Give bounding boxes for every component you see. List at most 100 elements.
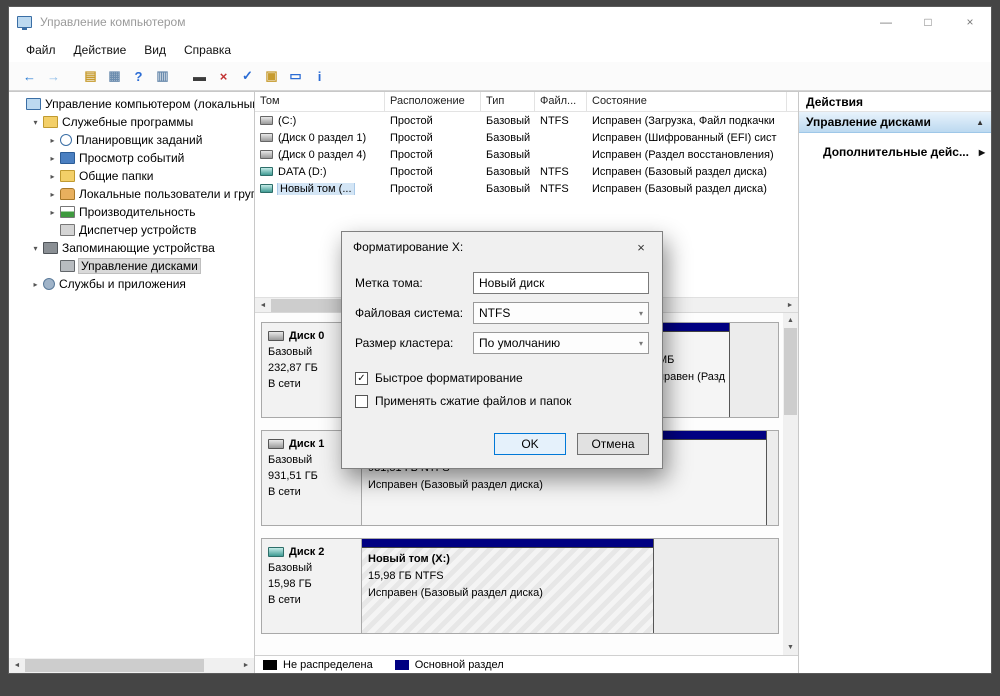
column-header[interactable]: Том bbox=[255, 92, 385, 111]
open-folder-icon[interactable]: ▣ bbox=[261, 66, 282, 87]
cluster-size-value: По умолчанию bbox=[479, 336, 560, 350]
menu-file[interactable]: Файл bbox=[17, 39, 65, 61]
partition[interactable]: Новый том (X:)15,98 ГБ NTFSИсправен (Баз… bbox=[362, 539, 654, 633]
computer-icon bbox=[26, 98, 41, 110]
partition-status: правен (Разд bbox=[658, 369, 723, 386]
devices-icon bbox=[60, 224, 75, 236]
tree-storage[interactable]: ▾Запоминающие устройства bbox=[9, 239, 254, 257]
tree-item-label: Диспетчер устройств bbox=[79, 223, 196, 237]
tree-services-apps[interactable]: ▸ Службы и приложения bbox=[9, 275, 254, 293]
column-header[interactable]: Тип bbox=[481, 92, 535, 111]
dialog-close-button[interactable]: × bbox=[620, 232, 662, 262]
dialog-body: Метка тома: Файловая система: NTFS ▾ Раз… bbox=[342, 262, 662, 408]
tree-system-tools[interactable]: ▾Служебные программы bbox=[9, 113, 254, 131]
scroll-down-icon[interactable]: ▼ bbox=[783, 640, 799, 655]
column-header[interactable]: Файл... bbox=[535, 92, 587, 111]
actions-more[interactable]: Дополнительные дейс... ▶ bbox=[799, 141, 991, 163]
tree-chevron-icon[interactable]: ▸ bbox=[46, 208, 59, 217]
disk-label[interactable]: Диск 2Базовый15,98 ГБВ сети bbox=[261, 538, 362, 634]
volume-name: DATA (D:) bbox=[278, 166, 326, 178]
tree-chevron-icon[interactable]: ▸ bbox=[46, 154, 59, 163]
scroll-left-icon[interactable]: ◄ bbox=[255, 298, 271, 313]
display-icon[interactable]: ▬ bbox=[189, 66, 210, 87]
tree-disk-management[interactable]: Управление дисками bbox=[9, 257, 254, 275]
dialog-buttons: OK Отмена bbox=[494, 433, 649, 455]
checkbox-checked-icon[interactable]: ✓ bbox=[355, 372, 368, 385]
volume-row[interactable]: (Диск 0 раздел 1)ПростойБазовыйИсправен … bbox=[255, 129, 798, 146]
actions-more-label: Дополнительные дейс... bbox=[823, 145, 969, 159]
tree-chevron-icon[interactable]: ▸ bbox=[29, 280, 42, 289]
volume-label-input[interactable] bbox=[473, 272, 649, 294]
back-icon[interactable]: ← bbox=[19, 66, 40, 87]
users-icon bbox=[60, 188, 75, 200]
ok-button[interactable]: OK bbox=[494, 433, 566, 455]
properties-icon[interactable]: ✓ bbox=[237, 66, 258, 87]
tree-device-manager[interactable]: Диспетчер устройств bbox=[9, 221, 254, 239]
volume-fs: NTFS bbox=[535, 115, 587, 127]
volume-row[interactable]: (Диск 0 раздел 4)ПростойБазовыйИсправен … bbox=[255, 146, 798, 163]
forward-icon[interactable]: → bbox=[43, 66, 64, 87]
volume-status: Исправен (Базовый раздел диска) bbox=[587, 166, 787, 178]
storage-icon bbox=[43, 242, 58, 254]
tree-event-viewer[interactable]: ▸Просмотр событий bbox=[9, 149, 254, 167]
console-tree-icon[interactable]: ▥ bbox=[152, 66, 173, 87]
menu-help[interactable]: Справка bbox=[175, 39, 240, 61]
volume-row[interactable]: Новый том (...ПростойБазовыйNTFSИсправен… bbox=[255, 180, 798, 197]
export-icon[interactable]: ▤ bbox=[80, 66, 101, 87]
close-button[interactable]: × bbox=[949, 7, 991, 37]
cluster-size-select[interactable]: По умолчанию ▾ bbox=[473, 332, 649, 354]
actions-disk-management[interactable]: Управление дисками ▲ bbox=[799, 112, 991, 133]
tree-computer-management[interactable]: Управление компьютером (локальным) bbox=[9, 95, 254, 113]
tree-performance[interactable]: ▸Производительность bbox=[9, 203, 254, 221]
info-icon[interactable]: i bbox=[309, 66, 330, 87]
volume-row[interactable]: (C:)ПростойБазовыйNTFSИсправен (Загрузка… bbox=[255, 112, 798, 129]
tree-chevron-icon[interactable]: ▸ bbox=[46, 136, 59, 145]
tree-chevron-icon[interactable]: ▾ bbox=[29, 244, 42, 253]
titlebar[interactable]: Управление компьютером — □ × bbox=[9, 7, 991, 37]
collapse-section-icon[interactable]: ▲ bbox=[976, 118, 984, 127]
volume-name-cell: Новый том (... bbox=[255, 183, 385, 195]
tree-panel: Управление компьютером (локальным)▾Служе… bbox=[9, 92, 255, 673]
scrollbar-thumb[interactable] bbox=[25, 659, 204, 672]
tree-task-scheduler[interactable]: ▸Планировщик заданий bbox=[9, 131, 254, 149]
tree-local-users-groups[interactable]: ▸Локальные пользователи и групп bbox=[9, 185, 254, 203]
volume-status: Исправен (Загрузка, Файл подкачки bbox=[587, 115, 787, 127]
file-system-select[interactable]: NTFS ▾ bbox=[473, 302, 649, 324]
disk-status: В сети bbox=[268, 484, 355, 500]
column-header[interactable]: Состояние bbox=[587, 92, 787, 111]
volume-row[interactable]: DATA (D:)ПростойБазовыйNTFSИсправен (Баз… bbox=[255, 163, 798, 180]
cancel-button[interactable]: Отмена bbox=[577, 433, 649, 455]
tree-item-label: Службы и приложения bbox=[59, 277, 186, 291]
tree-chevron-icon[interactable]: ▸ bbox=[46, 172, 59, 181]
delete-volume-icon[interactable]: × bbox=[213, 66, 234, 87]
maximize-button[interactable]: □ bbox=[907, 7, 949, 37]
legend-label: Не распределена bbox=[283, 659, 373, 671]
compression-option[interactable]: Применять сжатие файлов и папок bbox=[355, 394, 649, 408]
partition-icon[interactable]: ▭ bbox=[285, 66, 306, 87]
expand-more-icon[interactable]: ▶ bbox=[979, 148, 985, 157]
scrollbar-track[interactable] bbox=[783, 328, 798, 640]
disk-vertical-scrollbar[interactable]: ▲ ▼ bbox=[783, 313, 798, 655]
tree-chevron-icon[interactable]: ▸ bbox=[46, 190, 59, 199]
help-icon[interactable]: ? bbox=[128, 66, 149, 87]
scroll-right-icon[interactable]: ► bbox=[238, 658, 254, 673]
scrollbar-thumb[interactable] bbox=[784, 328, 797, 415]
column-header[interactable]: Расположение bbox=[385, 92, 481, 111]
tree-shared-folders[interactable]: ▸Общие папки bbox=[9, 167, 254, 185]
scroll-left-icon[interactable]: ◄ bbox=[9, 658, 25, 673]
menu-action[interactable]: Действие bbox=[65, 39, 136, 61]
scrollbar-track[interactable] bbox=[25, 658, 238, 673]
tree-horizontal-scrollbar[interactable]: ◄ ► bbox=[9, 658, 254, 673]
checkbox-unchecked-icon[interactable] bbox=[355, 395, 368, 408]
minimize-button[interactable]: — bbox=[865, 7, 907, 37]
disk-icon bbox=[268, 439, 284, 449]
quick-format-option[interactable]: ✓ Быстрое форматирование bbox=[355, 371, 649, 385]
scroll-right-icon[interactable]: ► bbox=[782, 298, 798, 313]
dialog-titlebar[interactable]: Форматирование X: × bbox=[342, 232, 662, 262]
window-list-icon[interactable]: ▦ bbox=[104, 66, 125, 87]
scroll-up-icon[interactable]: ▲ bbox=[783, 313, 799, 328]
file-system-label: Файловая система: bbox=[355, 306, 473, 320]
cluster-size-label: Размер кластера: bbox=[355, 336, 473, 350]
tree-chevron-icon[interactable]: ▾ bbox=[29, 118, 42, 127]
menu-view[interactable]: Вид bbox=[135, 39, 175, 61]
